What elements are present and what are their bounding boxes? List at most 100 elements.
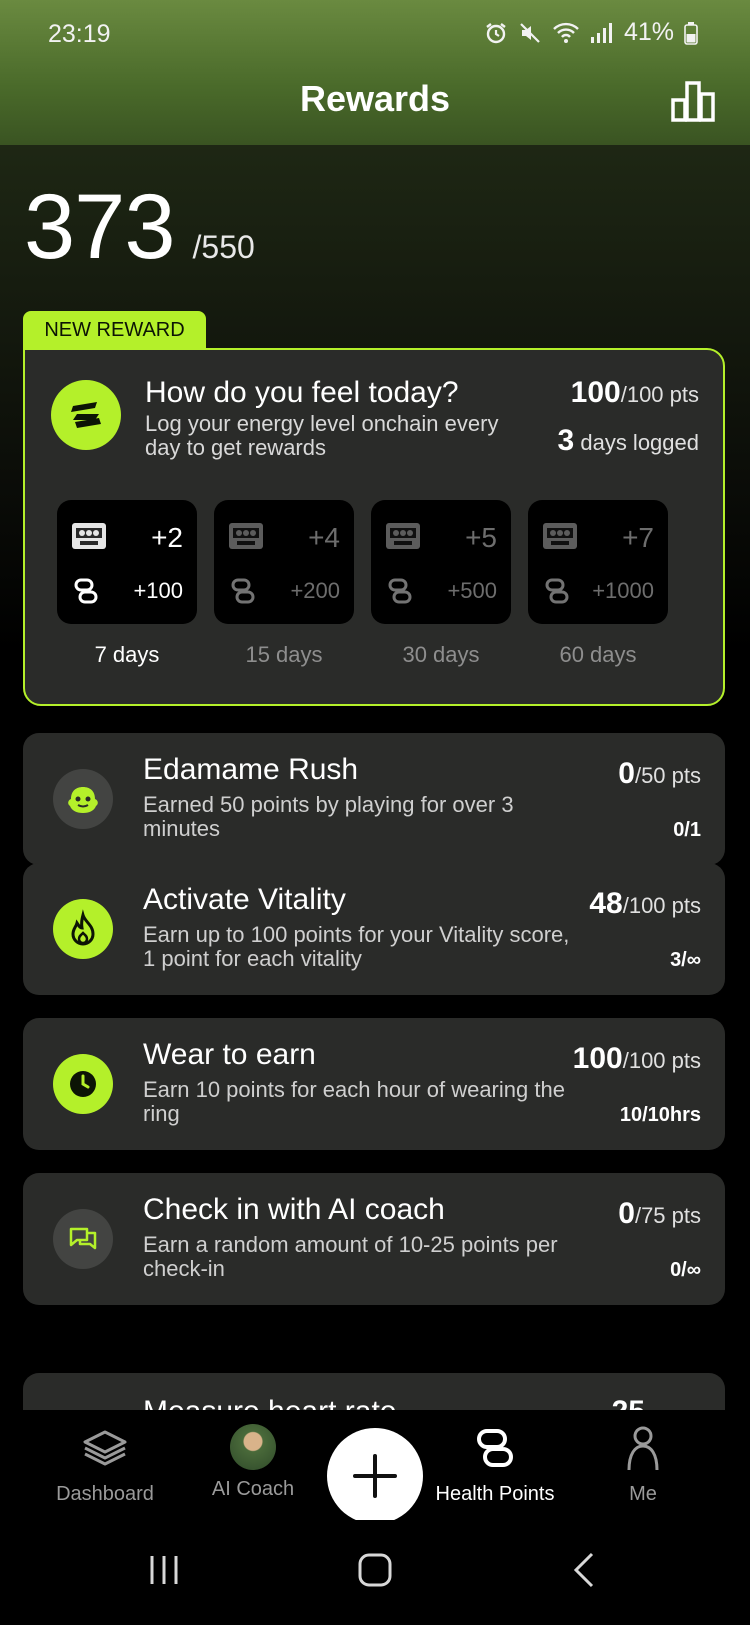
milestone-label: 7 days: [94, 642, 160, 667]
task-title: Measure heart rate: [143, 1395, 396, 1410]
milestone-label: 60 days: [559, 642, 637, 667]
task-title: Edamame Rush: [143, 753, 359, 786]
milestone-ticket-value: +4: [308, 522, 340, 553]
person-icon: [627, 1426, 659, 1471]
task-progress: 10/10hrs: [619, 1104, 701, 1126]
nav-dashboard[interactable]: Dashboard: [30, 1424, 180, 1506]
nav-label: AI Coach: [211, 1478, 295, 1500]
task-progress: 0/1: [673, 819, 701, 841]
feature-title: How do you feel today?: [145, 376, 459, 409]
energy-icon: [51, 380, 121, 450]
task-points-earned: 0: [618, 1197, 635, 1230]
milestone-60-days[interactable]: +7 +1000: [528, 500, 668, 624]
score-total: /550: [192, 229, 255, 265]
task-points-max: /50 pts: [634, 763, 701, 788]
system-nav-bar: [0, 1520, 750, 1625]
task-description: Earn 10 points for each hour of wearing …: [143, 1077, 565, 1126]
recent-apps-icon[interactable]: [144, 1550, 184, 1590]
battery-percent: 41%: [623, 18, 674, 46]
nav-ai-coach[interactable]: AI Coach: [178, 1424, 328, 1501]
score-display: 373 /550: [24, 175, 255, 280]
wifi-icon: [553, 22, 579, 43]
task-progress: 3/∞: [670, 949, 701, 971]
task-wear-to-earn[interactable]: Wear to earn Earn 10 points for each hou…: [23, 1018, 725, 1150]
new-reward-tag: NEW REWARD: [23, 311, 206, 349]
feature-days: 3 days logged: [558, 424, 699, 458]
page-title: Rewards: [299, 78, 451, 119]
health-points-icon: [231, 578, 255, 604]
task-measure-heart-rate[interactable]: Measure heart rate 25: [23, 1373, 725, 1410]
task-points-earned: 100: [572, 1042, 623, 1075]
milestone-points-value: +200: [290, 578, 340, 603]
task-description: Earn a random amount of 10-25 points per…: [143, 1232, 558, 1281]
ticket-icon: [386, 523, 420, 549]
milestone-points-value: +1000: [592, 578, 654, 603]
clock-icon: [53, 1054, 113, 1114]
task-points: 48/100 pts: [589, 887, 701, 921]
feature-points: 100/100 pts: [571, 376, 699, 410]
task-points-earned: 0: [618, 757, 635, 790]
milestone-ticket-value: +5: [465, 522, 497, 553]
milestone-7-days[interactable]: +2 +100: [57, 500, 197, 624]
health-points-icon: [74, 578, 98, 604]
task-check-in-ai-coach[interactable]: Check in with AI coach Earn a random amo…: [23, 1173, 725, 1305]
battery-icon: [684, 21, 698, 45]
task-title: Wear to earn: [143, 1038, 316, 1071]
task-points: 0/75 pts: [618, 1197, 701, 1231]
milestone-ticket-value: +7: [622, 522, 654, 553]
milestone-label: 15 days: [245, 642, 323, 667]
daily-feeling-card[interactable]: How do you feel today? Log your energy l…: [23, 348, 725, 706]
layers-icon: [83, 1430, 127, 1466]
nav-me[interactable]: Me: [568, 1424, 718, 1506]
stats-button[interactable]: [670, 80, 716, 122]
task-progress: 0/∞: [670, 1259, 701, 1281]
task-points-max: /75 pts: [634, 1203, 701, 1228]
back-icon[interactable]: [566, 1550, 606, 1590]
score-current: 373: [24, 176, 175, 278]
task-points: 0/50 pts: [618, 757, 701, 791]
task-title: Activate Vitality: [143, 883, 346, 916]
chat-icon: [53, 1209, 113, 1269]
task-title: Check in with AI coach: [143, 1193, 445, 1226]
nav-label: Me: [629, 1483, 657, 1505]
nav-health-points[interactable]: Health Points: [420, 1424, 570, 1506]
task-activate-vitality[interactable]: Activate Vitality Earn up to 100 points …: [23, 863, 725, 995]
milestone-ticket-value: +2: [151, 522, 183, 553]
status-icons: 41%: [484, 18, 698, 47]
milestone-15-days[interactable]: +4 +200: [214, 500, 354, 624]
ticket-icon: [72, 523, 106, 549]
task-points-earned: 48: [589, 887, 623, 920]
feature-days-label: days logged: [574, 430, 699, 455]
bar-chart-icon: [671, 81, 715, 122]
task-edamame-rush[interactable]: Edamame Rush Earned 50 points by playing…: [23, 733, 725, 865]
add-button[interactable]: [327, 1428, 423, 1524]
plus-icon: [353, 1454, 397, 1498]
task-description: Earned 50 points by playing for over 3 m…: [143, 792, 514, 841]
task-description: Earn up to 100 points for your Vitality …: [143, 922, 570, 971]
alarm-icon: [486, 22, 506, 43]
ticket-icon: [229, 523, 263, 549]
milestone-30-days[interactable]: +5 +500: [371, 500, 511, 624]
mute-icon: [520, 22, 540, 43]
home-icon[interactable]: [355, 1550, 395, 1590]
signal-icon: [590, 22, 612, 43]
ticket-icon: [543, 523, 577, 549]
flame-icon: [53, 899, 113, 959]
task-points-max: /100 pts: [622, 1048, 701, 1073]
feature-points-earned: 100: [570, 376, 621, 409]
milestone-points-value: +500: [447, 578, 497, 603]
health-points-icon: [477, 1429, 513, 1467]
feature-points-max: /100 pts: [620, 382, 699, 407]
feature-description: Log your energy level onchain every day …: [145, 411, 499, 460]
nav-label: Health Points: [435, 1483, 555, 1505]
milestone-points-value: +100: [133, 578, 183, 603]
rewards-content[interactable]: 373 /550 NEW REWARD How do you feel toda…: [0, 145, 750, 1410]
nav-label: Dashboard: [56, 1483, 154, 1505]
game-icon: [53, 769, 113, 829]
ai-coach-avatar: [230, 1424, 276, 1470]
task-points: 100/100 pts: [573, 1042, 701, 1076]
task-points-max: /100 pts: [622, 893, 701, 918]
health-points-icon: [545, 578, 569, 604]
task-points-earned: 25: [612, 1395, 645, 1410]
health-points-icon: [388, 578, 412, 604]
